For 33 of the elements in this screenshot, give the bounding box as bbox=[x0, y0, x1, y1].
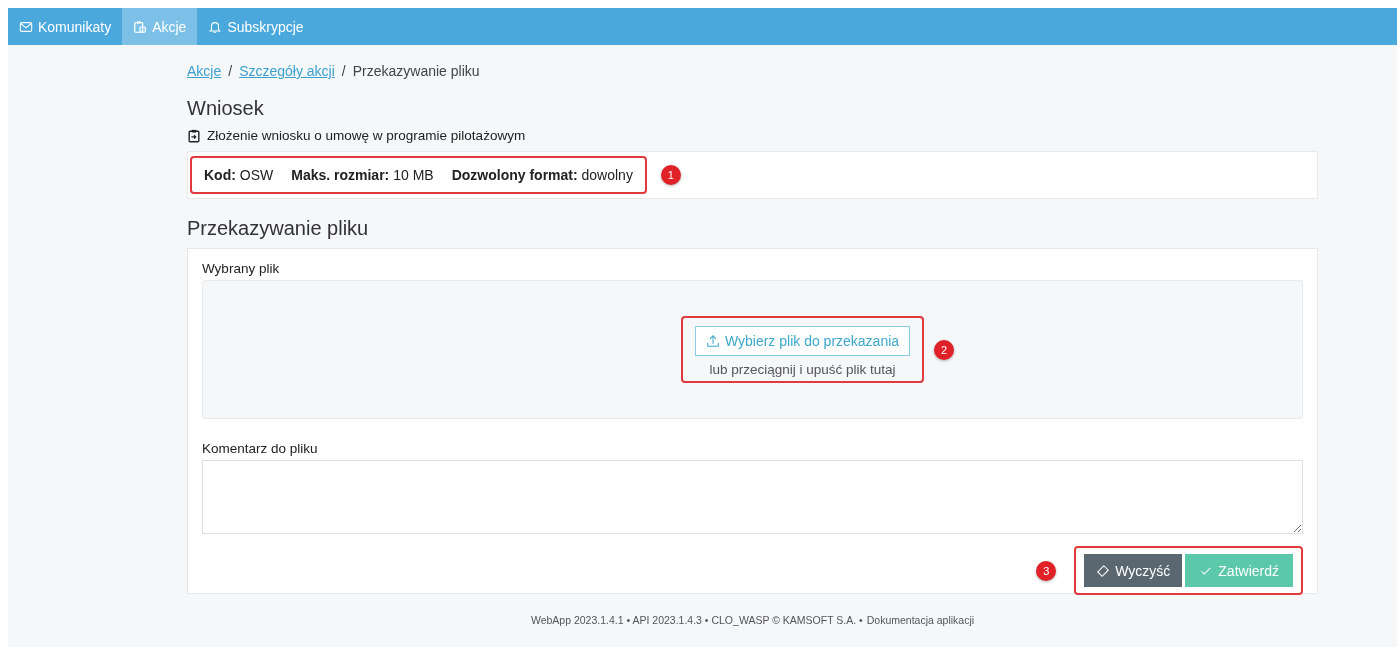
drop-zone[interactable]: Wybierz plik do przekazania lub przeciągnij i upuść plik tutaj 2 bbox=[202, 280, 1303, 419]
mail-icon bbox=[19, 19, 33, 34]
request-description: Złożenie wniosku o umowę w programie pilotażowym bbox=[207, 128, 526, 143]
breadcrumb-link[interactable]: Akcje bbox=[187, 63, 222, 83]
footer-text: WebApp 2023.1.4.1 • API 2023.1.4.3 • CLO_WASP © KAMSOFT S.A. • bbox=[530, 614, 863, 626]
comment-field[interactable] bbox=[202, 460, 1303, 534]
clipboard-icon bbox=[187, 128, 201, 143]
info-field: Maks. rozmiar: 10 MB bbox=[291, 167, 434, 183]
choose-file-button[interactable]: Wybierz plik do przekazania bbox=[694, 326, 911, 356]
submit-button[interactable]: Zatwierdź bbox=[1185, 554, 1293, 587]
nav-tab[interactable]: Komunikaty bbox=[8, 8, 123, 45]
field-label: Wybrany plik bbox=[202, 261, 281, 276]
drop-hint: lub przeciągnij i upuść plik tutaj bbox=[709, 362, 896, 377]
info-field: Kod: OSW bbox=[204, 167, 274, 183]
step-badge: 2 bbox=[934, 339, 955, 360]
clear-button[interactable]: Wyczyść bbox=[1084, 554, 1183, 587]
step-badge: 1 bbox=[660, 165, 681, 185]
info-field: Dozwolony format: dowolny bbox=[451, 167, 633, 183]
upload-icon bbox=[705, 334, 720, 348]
step-badge: 3 bbox=[1036, 560, 1057, 581]
breadcrumb-link[interactable]: Szczegóły akcji bbox=[239, 63, 335, 83]
eraser-icon bbox=[1096, 563, 1111, 578]
breadcrumb-separator: / bbox=[341, 63, 346, 81]
section-title: Wniosek bbox=[187, 97, 265, 120]
nav-tab[interactable]: Akcje bbox=[122, 8, 198, 45]
clipboard-icon bbox=[133, 19, 148, 34]
section-title: Przekazywanie pliku bbox=[187, 217, 370, 240]
breadcrumb-separator: / bbox=[228, 63, 233, 81]
documentation-link[interactable]: Dokumentacja aplikacji bbox=[866, 614, 975, 626]
breadcrumb-current: Przekazywanie pliku bbox=[352, 63, 480, 81]
bell-icon bbox=[208, 19, 223, 34]
field-label: Komentarz do pliku bbox=[202, 441, 319, 456]
nav-tab[interactable]: Subskrypcje bbox=[197, 8, 315, 45]
